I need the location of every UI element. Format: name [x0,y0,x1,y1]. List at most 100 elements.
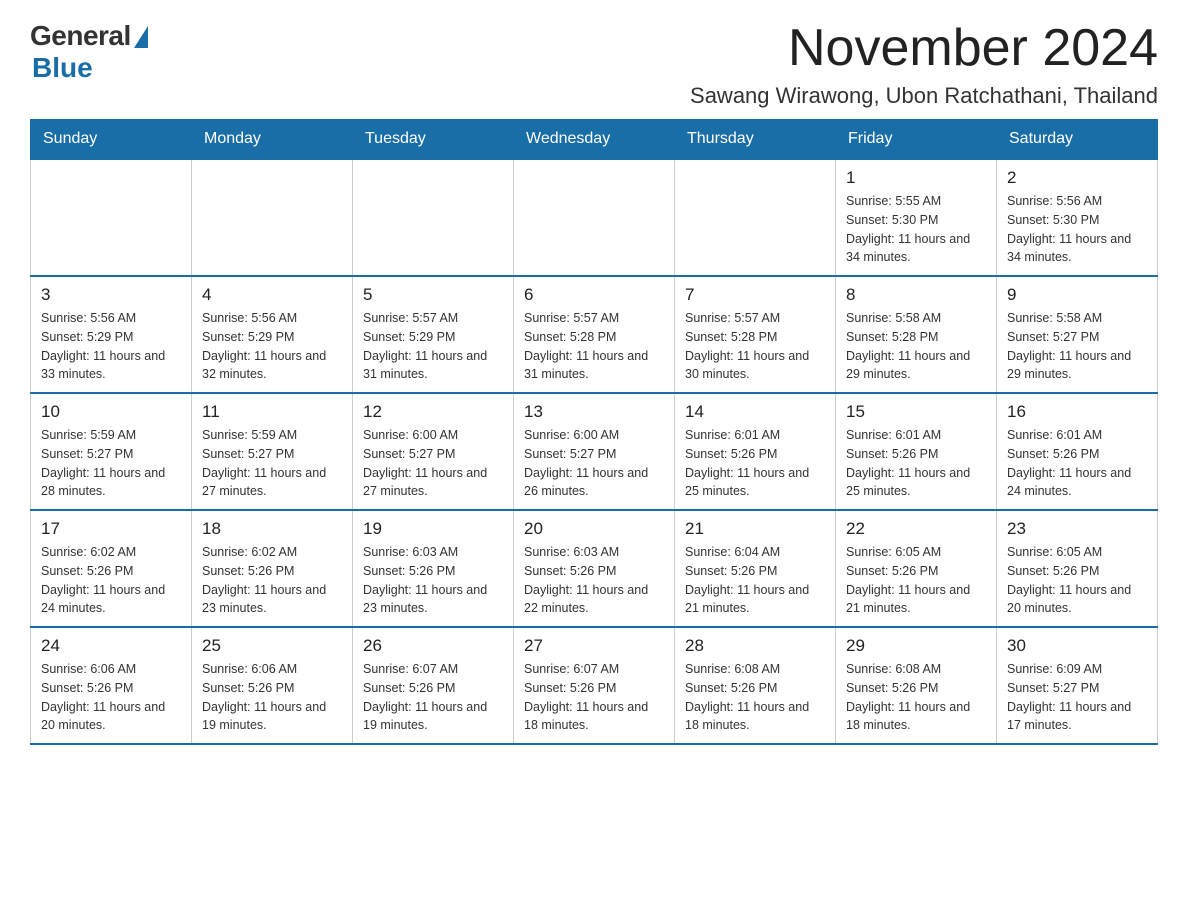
cell-w1-d3 [353,159,514,276]
day-number: 17 [41,519,181,539]
day-info: Sunrise: 6:03 AMSunset: 5:26 PMDaylight:… [524,543,664,618]
day-number: 28 [685,636,825,656]
header-tuesday: Tuesday [353,120,514,160]
cell-w3-d4: 13 Sunrise: 6:00 AMSunset: 5:27 PMDayligh… [514,393,675,510]
cell-w4-d1: 17 Sunrise: 6:02 AMSunset: 5:26 PMDayligh… [31,510,192,627]
day-info: Sunrise: 5:59 AMSunset: 5:27 PMDaylight:… [41,426,181,501]
cell-w2-d3: 5Sunrise: 5:57 AMSunset: 5:29 PMDaylight… [353,276,514,393]
cell-w3-d3: 12Sunrise: 6:00 AMSunset: 5:27 PMDayligh… [353,393,514,510]
day-number: 9 [1007,285,1147,305]
day-info: Sunrise: 5:58 AMSunset: 5:27 PMDaylight:… [1007,309,1147,384]
week-row-4: 17 Sunrise: 6:02 AMSunset: 5:26 PMDayligh… [31,510,1158,627]
logo-triangle-icon [134,26,148,48]
header-monday: Monday [192,120,353,160]
day-info: Sunrise: 6:01 AMSunset: 5:26 PMDaylight:… [846,426,986,501]
week-row-1: 1 Sunrise: 5:55 AMSunset: 5:30 PMDaylight… [31,159,1158,276]
cell-w5-d1: 24Sunrise: 6:06 AMSunset: 5:26 PMDayligh… [31,627,192,744]
cell-w5-d6: 29 Sunrise: 6:08 AMSunset: 5:26 PMDayligh… [836,627,997,744]
day-number: 20 [524,519,664,539]
cell-w5-d4: 27Sunrise: 6:07 AMSunset: 5:26 PMDayligh… [514,627,675,744]
cell-w4-d4: 20 Sunrise: 6:03 AMSunset: 5:26 PMDayligh… [514,510,675,627]
day-info: Sunrise: 6:05 AMSunset: 5:26 PMDaylight:… [1007,543,1147,618]
page-header: General Blue November 2024 Sawang Wirawo… [30,20,1158,109]
day-number: 22 [846,519,986,539]
day-number: 5 [363,285,503,305]
day-info: Sunrise: 6:06 AMSunset: 5:26 PMDaylight:… [202,660,342,735]
cell-w1-d5 [675,159,836,276]
cell-w2-d2: 4Sunrise: 5:56 AMSunset: 5:29 PMDaylight… [192,276,353,393]
header-row: Sunday Monday Tuesday Wednesday Thursday… [31,120,1158,160]
cell-w3-d2: 11 Sunrise: 5:59 AMSunset: 5:27 PMDayligh… [192,393,353,510]
day-number: 2 [1007,168,1147,188]
week-row-2: 3 Sunrise: 5:56 AMSunset: 5:29 PMDaylight… [31,276,1158,393]
cell-w2-d6: 8Sunrise: 5:58 AMSunset: 5:28 PMDaylight… [836,276,997,393]
cell-w2-d1: 3 Sunrise: 5:56 AMSunset: 5:29 PMDaylight… [31,276,192,393]
cell-w1-d1 [31,159,192,276]
day-number: 19 [363,519,503,539]
week-row-5: 24 Sunrise: 6:06 AMSunset: 5:26 PMDayligh… [31,627,1158,744]
day-number: 23 [1007,519,1147,539]
day-info: Sunrise: 6:07 AMSunset: 5:26 PMDaylight:… [524,660,664,735]
day-info: Sunrise: 6:09 AMSunset: 5:27 PMDaylight:… [1007,660,1147,735]
day-number: 25 [202,636,342,656]
cell-w4-d6: 22 Sunrise: 6:05 AMSunset: 5:26 PMDayligh… [836,510,997,627]
header-saturday: Saturday [997,120,1158,160]
day-info: Sunrise: 6:08 AMSunset: 5:26 PMDaylight:… [846,660,986,735]
day-number: 29 [846,636,986,656]
location-title: Sawang Wirawong, Ubon Ratchathani, Thail… [690,83,1158,109]
cell-w3-d6: 15Sunrise: 6:01 AMSunset: 5:26 PMDayligh… [836,393,997,510]
logo: General Blue [30,20,148,84]
cell-w4-d3: 19 Sunrise: 6:03 AMSunset: 5:26 PMDayligh… [353,510,514,627]
day-number: 10 [41,402,181,422]
day-info: Sunrise: 6:03 AMSunset: 5:26 PMDaylight:… [363,543,503,618]
day-number: 21 [685,519,825,539]
day-number: 13 [524,402,664,422]
day-number: 3 [41,285,181,305]
cell-w3-d5: 14 Sunrise: 6:01 AMSunset: 5:26 PMDayligh… [675,393,836,510]
day-number: 7 [685,285,825,305]
month-title: November 2024 [690,20,1158,77]
day-info: Sunrise: 6:02 AMSunset: 5:26 PMDaylight:… [41,543,181,618]
day-number: 4 [202,285,342,305]
cell-w4-d7: 23 Sunrise: 6:05 AMSunset: 5:26 PMDayligh… [997,510,1158,627]
cell-w5-d7: 30 Sunrise: 6:09 AMSunset: 5:27 PMDayligh… [997,627,1158,744]
day-info: Sunrise: 6:01 AMSunset: 5:26 PMDaylight:… [1007,426,1147,501]
day-info: Sunrise: 6:00 AMSunset: 5:27 PMDaylight:… [524,426,664,501]
calendar-body: 1 Sunrise: 5:55 AMSunset: 5:30 PMDaylight… [31,159,1158,744]
day-number: 30 [1007,636,1147,656]
day-info: Sunrise: 5:55 AMSunset: 5:30 PMDaylight:… [846,192,986,267]
day-info: Sunrise: 5:56 AMSunset: 5:30 PMDaylight:… [1007,192,1147,267]
day-info: Sunrise: 5:58 AMSunset: 5:28 PMDaylight:… [846,309,986,384]
header-wednesday: Wednesday [514,120,675,160]
day-number: 12 [363,402,503,422]
day-number: 1 [846,168,986,188]
day-number: 24 [41,636,181,656]
day-info: Sunrise: 5:59 AMSunset: 5:27 PMDaylight:… [202,426,342,501]
cell-w5-d3: 26Sunrise: 6:07 AMSunset: 5:26 PMDayligh… [353,627,514,744]
day-info: Sunrise: 5:57 AMSunset: 5:28 PMDaylight:… [524,309,664,384]
cell-w4-d2: 18Sunrise: 6:02 AMSunset: 5:26 PMDayligh… [192,510,353,627]
cell-w2-d7: 9 Sunrise: 5:58 AMSunset: 5:27 PMDaylight… [997,276,1158,393]
calendar-table: Sunday Monday Tuesday Wednesday Thursday… [30,119,1158,745]
cell-w5-d2: 25 Sunrise: 6:06 AMSunset: 5:26 PMDayligh… [192,627,353,744]
cell-w3-d1: 10 Sunrise: 5:59 AMSunset: 5:27 PMDayligh… [31,393,192,510]
day-info: Sunrise: 5:57 AMSunset: 5:28 PMDaylight:… [685,309,825,384]
week-row-3: 10 Sunrise: 5:59 AMSunset: 5:27 PMDayligh… [31,393,1158,510]
logo-blue-text: Blue [32,52,93,84]
calendar-header: Sunday Monday Tuesday Wednesday Thursday… [31,120,1158,160]
day-number: 14 [685,402,825,422]
day-number: 16 [1007,402,1147,422]
day-info: Sunrise: 6:05 AMSunset: 5:26 PMDaylight:… [846,543,986,618]
day-number: 6 [524,285,664,305]
day-info: Sunrise: 6:08 AMSunset: 5:26 PMDaylight:… [685,660,825,735]
day-number: 26 [363,636,503,656]
day-number: 18 [202,519,342,539]
day-info: Sunrise: 6:01 AMSunset: 5:26 PMDaylight:… [685,426,825,501]
day-info: Sunrise: 6:04 AMSunset: 5:26 PMDaylight:… [685,543,825,618]
header-friday: Friday [836,120,997,160]
day-number: 11 [202,402,342,422]
cell-w1-d4 [514,159,675,276]
day-info: Sunrise: 5:56 AMSunset: 5:29 PMDaylight:… [41,309,181,384]
cell-w5-d5: 28 Sunrise: 6:08 AMSunset: 5:26 PMDayligh… [675,627,836,744]
cell-w1-d7: 2 Sunrise: 5:56 AMSunset: 5:30 PMDaylight… [997,159,1158,276]
